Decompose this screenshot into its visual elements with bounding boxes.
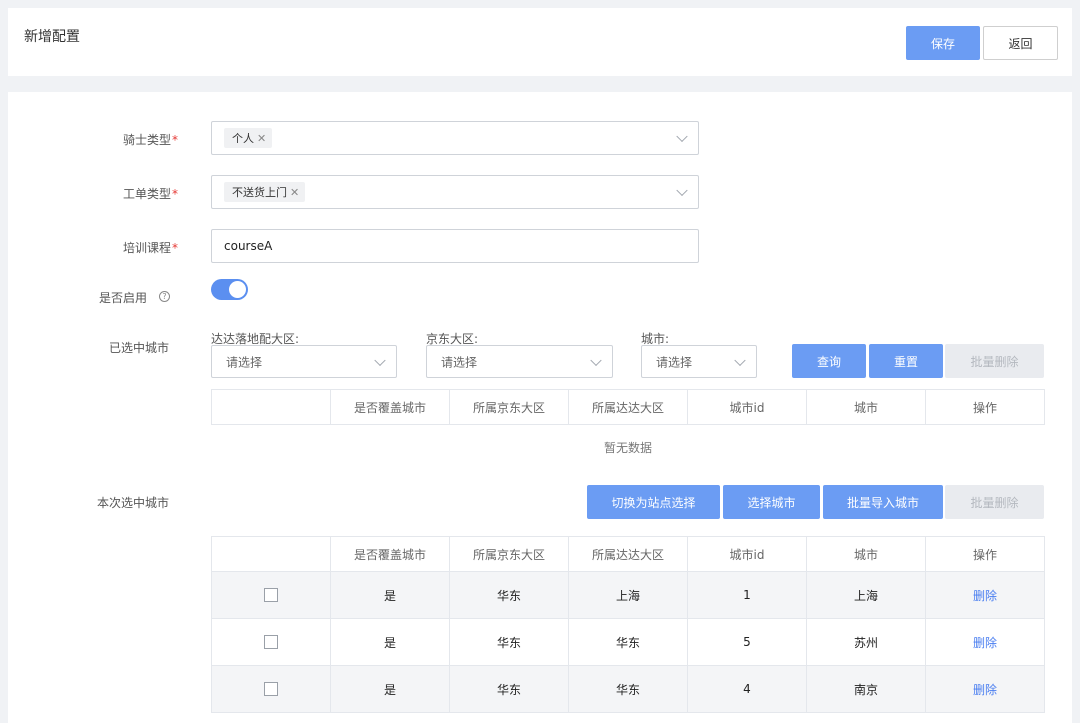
dada-region-cell: 上海 [568, 571, 688, 619]
column-header: 操作 [925, 389, 1045, 425]
city-cell: 上海 [806, 571, 926, 619]
close-icon[interactable]: ✕ [257, 132, 266, 145]
enabled-label: 是否启用 [98, 291, 147, 305]
city-select[interactable]: 请选择 [641, 345, 757, 378]
selected-cities-label: 已选中城市 [108, 341, 169, 355]
chevron-down-icon [374, 354, 386, 366]
current-cities-table: 是否覆盖城市 所属京东大区 所属达达大区 城市id 城市 操作 是 华东 上海 … [211, 536, 1045, 713]
switch-to-station-button[interactable]: 切换为站点选择 [587, 485, 720, 519]
course-label: 培训课程* [122, 241, 178, 255]
column-header: 城市id [687, 536, 807, 572]
column-header [211, 536, 331, 572]
batch-import-cities-button[interactable]: 批量导入城市 [823, 485, 943, 519]
action-cell: 删除 [925, 665, 1045, 713]
column-header: 城市id [687, 389, 807, 425]
chevron-down-icon [590, 354, 602, 366]
batch-delete-button[interactable]: 批量删除 [945, 344, 1044, 378]
column-header: 城市 [806, 389, 926, 425]
course-input[interactable]: courseA [211, 229, 699, 263]
action-cell: 删除 [925, 618, 1045, 666]
delete-link[interactable]: 删除 [973, 636, 997, 650]
jd-region-cell: 华东 [449, 571, 569, 619]
reset-button[interactable]: 重置 [869, 344, 943, 378]
rider-type-select[interactable]: 个人 ✕ [211, 121, 699, 155]
row-checkbox-cell [211, 618, 331, 666]
row-checkbox[interactable] [264, 588, 278, 603]
enabled-switch[interactable] [211, 279, 248, 300]
column-header: 城市 [806, 536, 926, 572]
page-header: 新增配置 保存 返回 [8, 8, 1072, 76]
column-header: 是否覆盖城市 [330, 389, 450, 425]
placeholder-text: 请选择 [441, 355, 478, 369]
form-panel: 骑士类型* 个人 ✕ 工单类型* 不送货上门 ✕ 培训课程* courseA 是否启… [8, 92, 1072, 723]
required-mark: * [172, 133, 178, 147]
rider-type-label: 骑士类型* [122, 133, 178, 147]
city-id-cell: 1 [687, 571, 807, 619]
query-button[interactable]: 查询 [792, 344, 866, 378]
column-header: 操作 [925, 536, 1045, 572]
column-header: 所属达达大区 [568, 536, 688, 572]
column-header: 是否覆盖城市 [330, 536, 450, 572]
back-button[interactable]: 返回 [983, 26, 1058, 60]
cover-cell: 是 [330, 665, 450, 713]
city-id-cell: 4 [687, 665, 807, 713]
chevron-down-icon [734, 354, 746, 366]
dada-region-cell: 华东 [568, 665, 688, 713]
delete-link[interactable]: 删除 [973, 683, 997, 697]
required-mark: * [172, 241, 178, 255]
placeholder-text: 请选择 [656, 355, 693, 369]
row-checkbox-cell [211, 665, 331, 713]
rider-type-tag: 个人 ✕ [224, 128, 273, 148]
city-cell: 苏州 [806, 618, 926, 666]
help-icon[interactable]: ? [159, 291, 170, 302]
delete-link[interactable]: 删除 [973, 589, 997, 603]
chevron-down-icon [676, 184, 688, 197]
table-header-row: 是否覆盖城市 所属京东大区 所属达达大区 城市id 城市 操作 [211, 389, 1045, 425]
page-title: 新增配置 [24, 29, 80, 45]
tag-label: 不送货上门 [232, 186, 287, 199]
close-icon[interactable]: ✕ [290, 186, 299, 199]
dada-region-select[interactable]: 请选择 [211, 345, 397, 378]
select-city-button[interactable]: 选择城市 [723, 485, 820, 519]
order-type-label: 工单类型* [122, 187, 178, 201]
column-header: 所属达达大区 [568, 389, 688, 425]
table-row: 是 华东 华东 4 南京 删除 [211, 665, 1045, 713]
city-cell: 南京 [806, 665, 926, 713]
selected-cities-table: 是否覆盖城市 所属京东大区 所属达达大区 城市id 城市 操作 [211, 389, 1045, 425]
table-header-row: 是否覆盖城市 所属京东大区 所属达达大区 城市id 城市 操作 [211, 536, 1045, 572]
save-button[interactable]: 保存 [906, 26, 980, 60]
row-checkbox[interactable] [264, 682, 278, 697]
batch-delete-button[interactable]: 批量删除 [945, 485, 1044, 519]
jd-region-select[interactable]: 请选择 [426, 345, 613, 378]
current-cities-label: 本次选中城市 [96, 496, 169, 510]
action-cell: 删除 [925, 571, 1045, 619]
cover-cell: 是 [330, 571, 450, 619]
city-id-cell: 5 [687, 618, 807, 666]
tag-label: 个人 [232, 132, 254, 145]
required-mark: * [172, 187, 178, 201]
column-header: 所属京东大区 [449, 536, 569, 572]
order-type-tag: 不送货上门 ✕ [224, 182, 306, 202]
empty-state-text: 暂无数据 [604, 441, 653, 455]
jd-region-cell: 华东 [449, 618, 569, 666]
row-checkbox-cell [211, 571, 331, 619]
table-row: 是 华东 上海 1 上海 删除 [211, 571, 1045, 619]
row-checkbox[interactable] [264, 635, 278, 650]
chevron-down-icon [676, 130, 688, 143]
table-row: 是 华东 华东 5 苏州 删除 [211, 618, 1045, 666]
jd-region-cell: 华东 [449, 665, 569, 713]
switch-knob [229, 281, 246, 298]
column-header: 所属京东大区 [449, 389, 569, 425]
column-header [211, 389, 331, 425]
order-type-select[interactable]: 不送货上门 ✕ [211, 175, 699, 209]
cover-cell: 是 [330, 618, 450, 666]
dada-region-cell: 华东 [568, 618, 688, 666]
placeholder-text: 请选择 [226, 355, 263, 369]
